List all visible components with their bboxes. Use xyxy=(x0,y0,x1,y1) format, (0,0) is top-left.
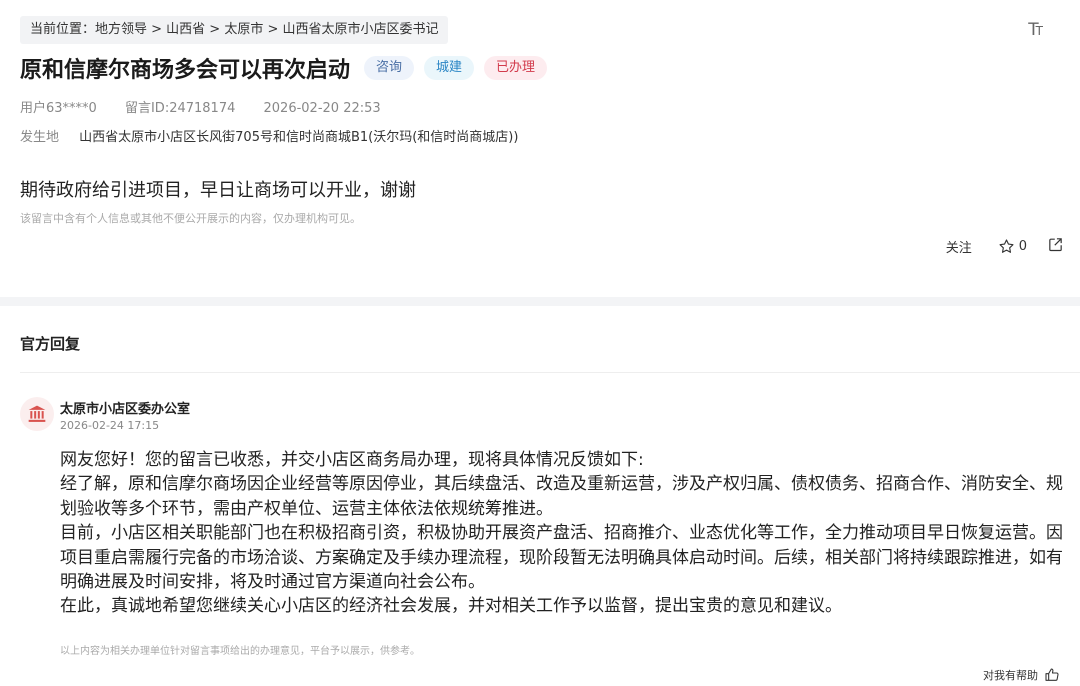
share-icon xyxy=(1049,238,1062,252)
reply-time: 2026-02-24 17:15 xyxy=(60,419,160,432)
font-size-small-t: T xyxy=(1035,24,1044,38)
breadcrumb[interactable]: 当前位置：地方领导 > 山西省 > 太原市 > 山西省太原市小店区委书记 xyxy=(20,16,449,44)
avatar xyxy=(20,397,54,431)
government-building-icon xyxy=(28,405,46,422)
privacy-note: 该留言中含有个人信息或其他不便公开展示的内容，仅办理机构可见。 xyxy=(20,212,361,225)
follow-button[interactable]: 关注 xyxy=(946,237,972,256)
location-value: 山西省太原市小店区长风街705号和信时尚商城B1(沃尔玛(和信时尚商城店)) xyxy=(79,130,519,145)
official-reply-separator xyxy=(20,372,1080,373)
helpful-button[interactable]: 对我有帮助 xyxy=(983,667,1060,683)
helpful-label: 对我有帮助 xyxy=(983,669,1038,682)
share-button[interactable] xyxy=(1047,236,1064,257)
page-title: 原和信摩尔商场多会可以再次启动 xyxy=(20,58,351,83)
location-label: 发生地 xyxy=(20,130,60,145)
message-meta: 用户63****0 留言ID:24718174 2026-02-20 22:53 xyxy=(20,97,405,116)
message-content: 期待政府给引进项目，早日让商场可以开业，谢谢 xyxy=(20,180,416,201)
reply-body: 网友您好！您的留言已收悉，并交小店区商务局办理，现将具体情况反馈如下: 经了解，… xyxy=(60,448,1068,619)
reply-paragraph: 经了解，原和信摩尔商场因企业经营等原因停业，其后续盘活、改造及重新运营，涉及产权… xyxy=(60,474,1063,519)
user-name: 用户63****0 xyxy=(20,101,97,116)
location-row: 发生地 山西省太原市小店区长风街705号和信时尚商城B1(沃尔玛(和信时尚商城店… xyxy=(20,126,518,145)
disclaimer: 以上内容为相关办理单位针对留言事项给出的办理意见，平台予以展示，供参考。 xyxy=(60,646,420,657)
office-name: 太原市小店区委办公室 xyxy=(60,402,191,417)
action-bar: 关注 0 xyxy=(946,236,1064,257)
official-reply-title: 官方回复 xyxy=(20,335,81,353)
star-button[interactable]: 0 xyxy=(998,238,1027,255)
reply-paragraph: 目前，小店区相关职能部门也在积极招商引资，积极协助开展资产盘活、招商推介、业态优… xyxy=(60,523,1063,593)
star-count: 0 xyxy=(1018,239,1027,254)
title-row: 原和信摩尔商场多会可以再次启动 咨询 城建 已办理 xyxy=(20,52,548,84)
tag-consult: 咨询 xyxy=(364,56,415,80)
reply-paragraph: 在此，真诚地希望您继续关心小店区的经济社会发展，并对相关工作予以监督，提出宝贵的… xyxy=(60,596,842,617)
thumbs-up-icon xyxy=(1045,668,1059,681)
message-datetime: 2026-02-20 22:53 xyxy=(263,101,381,116)
tag-urban-construction: 城建 xyxy=(424,56,475,80)
section-divider xyxy=(0,297,1080,306)
reply-paragraph: 网友您好！您的留言已收悉，并交小店区商务局办理，现将具体情况反馈如下: xyxy=(60,450,644,470)
star-icon xyxy=(999,239,1014,253)
font-size-toggle-icon[interactable]: TT xyxy=(1028,20,1044,40)
font-size-big-t: T xyxy=(1028,20,1039,40)
status-badge: 已办理 xyxy=(484,56,548,80)
message-id: 留言ID:24718174 xyxy=(124,101,236,116)
